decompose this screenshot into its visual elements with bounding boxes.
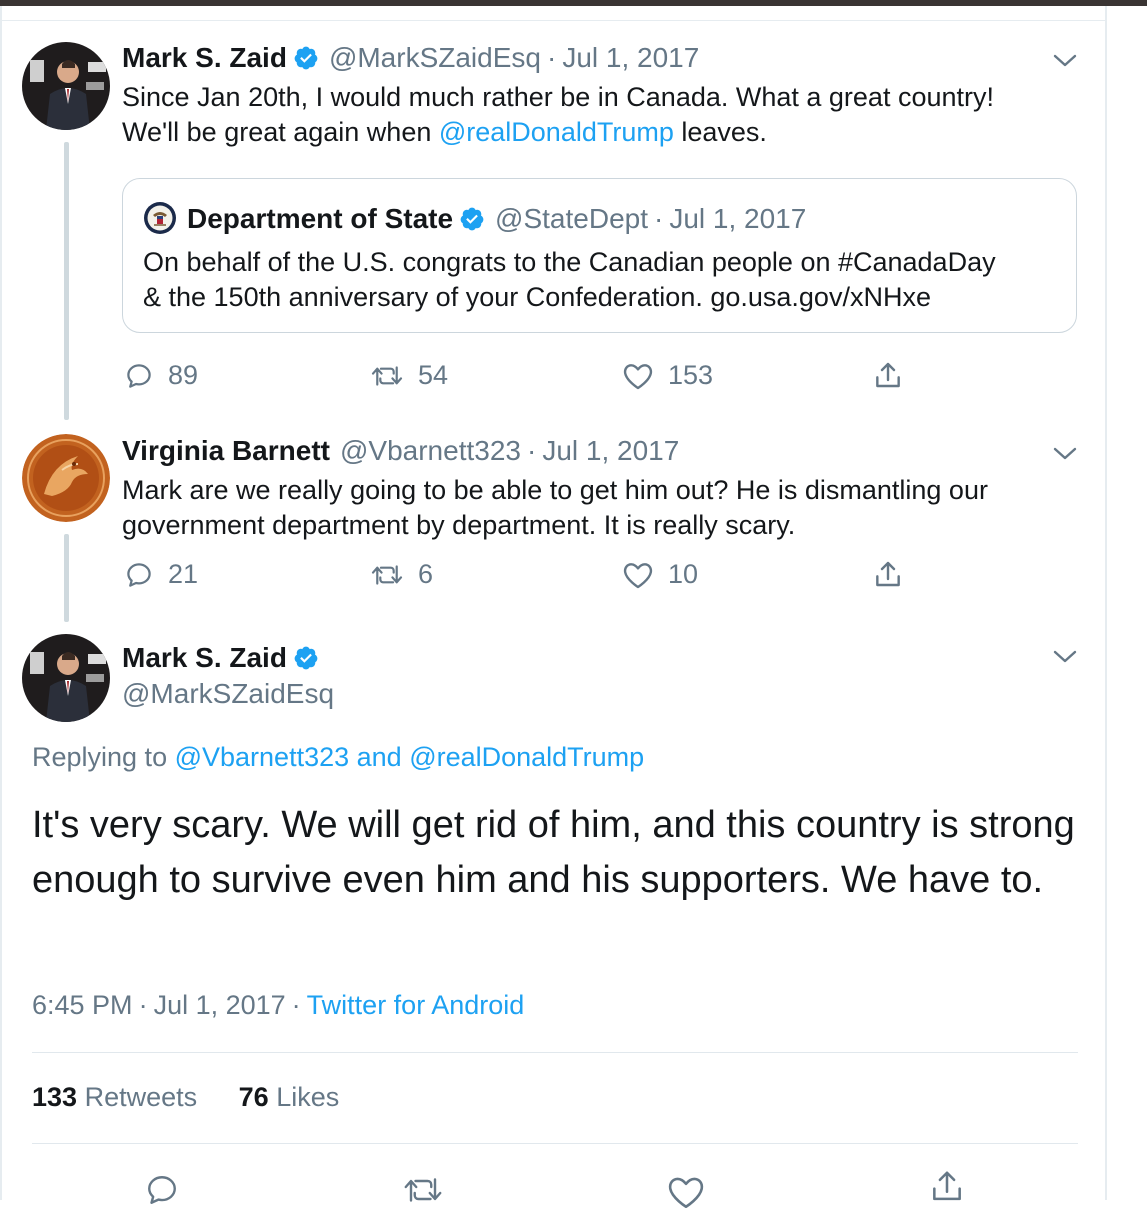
mention-link[interactable]: @Vbarnett323 bbox=[175, 742, 350, 772]
state-department-seal-icon bbox=[143, 201, 177, 243]
retweet-button[interactable]: 54 bbox=[370, 360, 448, 391]
quoted-tweet-text: On behalf of the U.S. congrats to the Ca… bbox=[143, 247, 996, 312]
tweet-actions: 89 54 153 bbox=[0, 360, 1100, 400]
tweet-text: Since Jan 20th, I would much rather be i… bbox=[122, 82, 994, 147]
verified-badge-icon bbox=[293, 645, 319, 679]
share-icon bbox=[876, 362, 900, 388]
window-top-border bbox=[0, 0, 1147, 6]
tweet-date[interactable]: Jul 1, 2017 bbox=[562, 42, 699, 73]
retweet-icon bbox=[371, 365, 403, 386]
user-handle[interactable]: @MarkSZaidEsq bbox=[122, 678, 334, 709]
user-handle-line: @MarkSZaidEsq bbox=[122, 677, 334, 711]
like-icon bbox=[623, 363, 653, 389]
tweet-date[interactable]: Jul 1, 2017 bbox=[154, 990, 286, 1020]
like-button[interactable]: 153 bbox=[622, 360, 713, 391]
retweet-count: 6 bbox=[418, 559, 434, 589]
retweet-button[interactable]: 6 bbox=[370, 559, 433, 590]
tweet-actions: 21 6 10 bbox=[0, 559, 1100, 599]
display-name[interactable]: Mark S. Zaid bbox=[122, 42, 287, 73]
quoted-tweet-date: Jul 1, 2017 bbox=[669, 203, 807, 234]
tweet-header: Virginia Barnett @Vbarnett323 · Jul 1, 2017 bbox=[122, 435, 680, 466]
retweet-icon[interactable] bbox=[402, 1172, 444, 1208]
tweet-source-link[interactable]: Twitter for Android bbox=[307, 990, 525, 1020]
tweet-header: Mark S. Zaid @MarkSZaidEsq · Jul 1, 2017 bbox=[122, 41, 699, 79]
quoted-tweet[interactable]: Department of State @StateDept · Jul 1, 201… bbox=[122, 178, 1077, 333]
mention-link[interactable]: @realDonaldTrump bbox=[409, 742, 644, 772]
timeline-top-divider bbox=[0, 20, 1107, 21]
display-name[interactable]: Mark S. Zaid bbox=[122, 642, 287, 673]
divider bbox=[32, 1143, 1078, 1144]
timeline-left-border bbox=[0, 6, 2, 1200]
retweet-icon bbox=[371, 564, 403, 585]
retweet-count: 54 bbox=[418, 360, 449, 390]
reply-icon[interactable] bbox=[144, 1172, 180, 1208]
replying-to: Replying to @Vbarnett323 and @realDonald… bbox=[32, 742, 645, 772]
reply-count: 89 bbox=[168, 360, 199, 390]
reply-icon bbox=[127, 363, 151, 388]
avatar[interactable] bbox=[22, 434, 110, 522]
avatar[interactable] bbox=[22, 634, 110, 722]
tweet-text: Mark are we really going to be able to g… bbox=[122, 475, 988, 540]
likes-stat[interactable]: 76 Likes bbox=[239, 1082, 340, 1112]
chevron-down-icon[interactable] bbox=[1052, 445, 1078, 463]
quoted-tweet-header: Department of State @StateDept · Jul 1, 201… bbox=[143, 201, 806, 243]
avatar[interactable] bbox=[22, 42, 110, 130]
timeline-right-border bbox=[1105, 6, 1107, 1200]
like-icon bbox=[623, 562, 653, 588]
tweet-header: Mark S. Zaid bbox=[122, 641, 319, 679]
reply-button[interactable]: 89 bbox=[124, 360, 198, 391]
like-icon[interactable] bbox=[666, 1174, 706, 1210]
quoted-user-handle: @StateDept bbox=[495, 203, 648, 234]
verified-badge-icon bbox=[293, 45, 319, 79]
retweets-stat[interactable]: 133 Retweets bbox=[32, 1082, 197, 1112]
chevron-down-icon[interactable] bbox=[1052, 648, 1078, 666]
user-handle[interactable]: @MarkSZaidEsq bbox=[329, 42, 541, 73]
share-icon bbox=[876, 561, 900, 587]
like-count: 153 bbox=[668, 360, 714, 390]
like-count: 10 bbox=[668, 559, 699, 589]
chevron-down-icon[interactable] bbox=[1052, 52, 1078, 70]
quoted-display-name: Department of State bbox=[187, 203, 454, 234]
verified-badge-icon bbox=[459, 206, 485, 240]
tweet-time[interactable]: 6:45 PM bbox=[32, 990, 133, 1020]
reply-icon bbox=[127, 562, 151, 587]
share-button[interactable] bbox=[872, 559, 918, 591]
share-icon[interactable] bbox=[928, 1168, 966, 1206]
mention-link[interactable]: @realDonaldTrump bbox=[439, 117, 674, 147]
user-handle[interactable]: @Vbarnett323 bbox=[340, 435, 521, 466]
tweet-metadata: 6:45 PM · Jul 1, 2017 · Twitter for Android bbox=[32, 990, 525, 1020]
engagement-stats: 133 Retweets 76 Likes bbox=[32, 1082, 339, 1113]
divider bbox=[32, 1052, 1078, 1053]
display-name[interactable]: Virginia Barnett bbox=[122, 435, 330, 466]
like-button[interactable]: 10 bbox=[622, 559, 698, 590]
reply-count: 21 bbox=[168, 559, 199, 589]
tweet-date[interactable]: Jul 1, 2017 bbox=[542, 435, 679, 466]
focused-tweet-text: It's very scary. We will get rid of him,… bbox=[32, 804, 1075, 901]
share-button[interactable] bbox=[872, 360, 918, 392]
reply-button[interactable]: 21 bbox=[124, 559, 198, 590]
